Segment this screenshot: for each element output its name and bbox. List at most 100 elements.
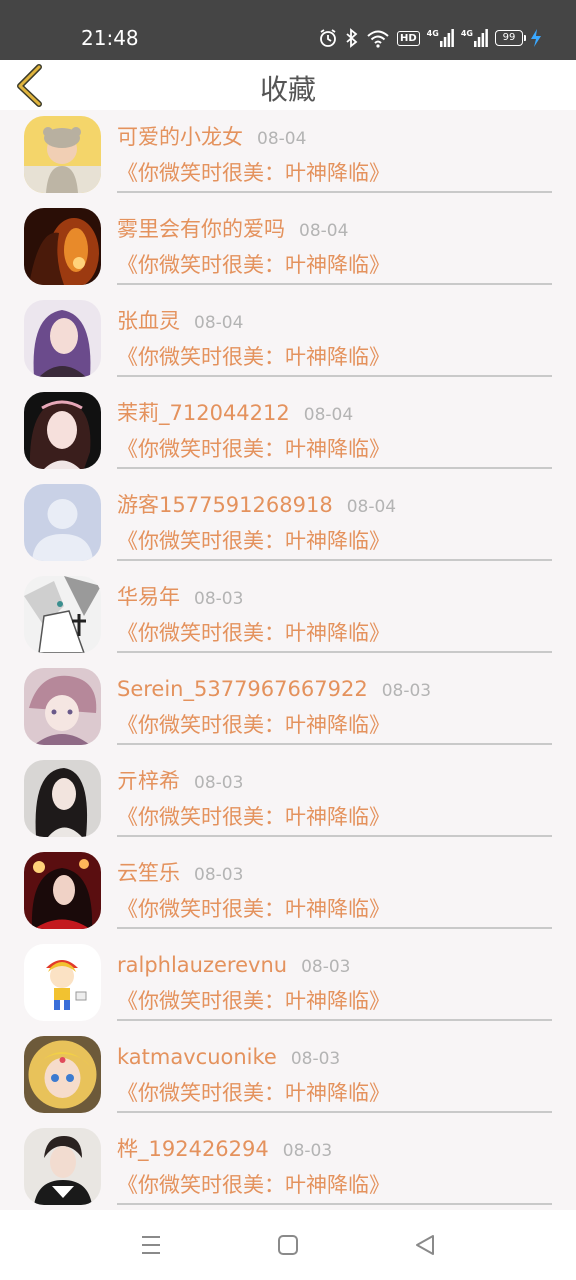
avatar[interactable] [24, 484, 101, 561]
avatar[interactable] [24, 852, 101, 929]
avatar[interactable] [24, 392, 101, 469]
home-square-icon [278, 1235, 298, 1255]
header: 收藏 [0, 60, 576, 110]
list-item[interactable]: 亓梓希 08-03 《你微笑时很美：叶神降临》 [0, 754, 576, 846]
favorite-date: 08-04 [257, 129, 307, 149]
favorite-date: 08-04 [299, 221, 349, 241]
user-name-text: 可爱的小龙女 [117, 125, 243, 149]
user-name: ralphlauzerevnu 08-03 [117, 952, 350, 980]
avatar[interactable] [24, 208, 101, 285]
user-name: 亓梓希 08-03 [117, 768, 243, 796]
home-button[interactable] [275, 1232, 301, 1258]
list-item[interactable]: 云笙乐 08-03 《你微笑时很美：叶神降临》 [0, 846, 576, 938]
divider [117, 927, 552, 929]
book-title[interactable]: 《你微笑时很美：叶神降临》 [117, 436, 390, 462]
alarm-icon [318, 28, 338, 48]
divider [117, 559, 552, 561]
book-title[interactable]: 《你微笑时很美：叶神降临》 [117, 712, 390, 738]
divider [117, 283, 552, 285]
divider [117, 651, 552, 653]
avatar[interactable] [24, 1036, 101, 1113]
favorite-date: 08-03 [301, 957, 351, 977]
avatar[interactable] [24, 944, 101, 1021]
back-triangle-icon [416, 1235, 434, 1255]
avatar[interactable] [24, 576, 101, 653]
user-name-text: 雾里会有你的爱吗 [117, 217, 285, 241]
charging-icon [530, 28, 542, 48]
signal-icon: 4G [427, 29, 454, 47]
list-item[interactable]: ralphlauzerevnu 08-03 《你微笑时很美：叶神降临》 [0, 938, 576, 1030]
menu-icon [142, 1236, 160, 1254]
status-icons: HD 4G 4G 99 [318, 26, 542, 50]
divider [117, 1019, 552, 1021]
favorite-date: 08-03 [194, 773, 244, 793]
user-name: 游客1577591268918 08-04 [117, 492, 396, 520]
menu-button[interactable] [138, 1232, 164, 1258]
book-title[interactable]: 《你微笑时很美：叶神降临》 [117, 896, 390, 922]
favorite-date: 08-04 [346, 497, 397, 517]
book-title[interactable]: 《你微笑时很美：叶神降临》 [117, 252, 390, 278]
book-title[interactable]: 《你微笑时很美：叶神降临》 [117, 1080, 390, 1106]
user-name-text: ralphlauzerevnu [117, 953, 288, 977]
avatar[interactable] [24, 300, 101, 377]
bluetooth-icon [345, 28, 359, 48]
avatar[interactable] [24, 668, 101, 745]
avatar[interactable] [24, 760, 101, 837]
favorite-date: 08-04 [194, 313, 244, 333]
user-name: 可爱的小龙女 08-04 [117, 124, 306, 152]
user-name-text: katmavcuonike [117, 1045, 277, 1069]
favorite-date: 08-03 [290, 1049, 341, 1069]
book-title[interactable]: 《你微笑时很美：叶神降临》 [117, 528, 390, 554]
navigation-bar [0, 1210, 576, 1280]
favorite-date: 08-03 [194, 589, 244, 609]
avatar[interactable] [24, 116, 101, 193]
favorite-date: 08-03 [381, 681, 432, 701]
hd-icon: HD [397, 30, 420, 46]
status-bar: 21:48 HD 4G 4G 99 [0, 0, 576, 60]
favorite-date: 08-03 [194, 865, 244, 885]
book-title[interactable]: 《你微笑时很美：叶神降临》 [117, 620, 390, 646]
user-name: 华易年 08-03 [117, 584, 243, 612]
network-type-label: 4G [460, 29, 473, 38]
user-name-text: 亓梓希 [117, 769, 180, 793]
wifi-icon [366, 28, 390, 48]
page-title: 收藏 [259, 73, 316, 106]
book-title[interactable]: 《你微笑时很美：叶神降临》 [117, 804, 390, 830]
list-item[interactable]: 桦_192426294 08-03 《你微笑时很美：叶神降临》 [0, 1122, 576, 1210]
network-type-label: 4G [426, 29, 439, 38]
divider [117, 835, 552, 837]
user-name: 雾里会有你的爱吗 08-04 [117, 216, 348, 244]
divider [117, 191, 552, 193]
back-nav-button[interactable] [412, 1232, 438, 1258]
list-item[interactable]: katmavcuonike 08-03 《你微笑时很美：叶神降临》 [0, 1030, 576, 1122]
user-name: 张血灵 08-04 [117, 308, 243, 336]
user-name: 茉莉_712044212 08-04 [117, 400, 353, 428]
book-title[interactable]: 《你微笑时很美：叶神降临》 [117, 988, 390, 1014]
user-name-text: 张血灵 [117, 309, 180, 333]
user-name: Serein_5377967667922 08-03 [117, 676, 431, 704]
user-name: 桦_192426294 08-03 [117, 1136, 332, 1164]
book-title[interactable]: 《你微笑时很美：叶神降临》 [117, 344, 390, 370]
list-item[interactable]: 华易年 08-03 《你微笑时很美：叶神降临》 [0, 570, 576, 662]
user-name-text: 茉莉_712044212 [117, 401, 290, 425]
user-name-text: 云笙乐 [117, 861, 180, 885]
book-title[interactable]: 《你微笑时很美：叶神降临》 [117, 1172, 390, 1198]
user-name-text: Serein_5377967667922 [117, 677, 368, 701]
divider [117, 1203, 552, 1205]
divider [117, 743, 552, 745]
favorites-list[interactable]: 可爱的小龙女 08-04 《你微笑时很美：叶神降临》 雾里会有你的爱吗 08-04 … [0, 110, 576, 1210]
list-item[interactable]: 茉莉_712044212 08-04 《你微笑时很美：叶神降临》 [0, 386, 576, 478]
user-name: katmavcuonike 08-03 [117, 1044, 340, 1072]
list-item[interactable]: 游客1577591268918 08-04 《你微笑时很美：叶神降临》 [0, 478, 576, 570]
user-name-text: 桦_192426294 [117, 1137, 269, 1161]
list-item[interactable]: 雾里会有你的爱吗 08-04 《你微笑时很美：叶神降临》 [0, 202, 576, 294]
list-item[interactable]: Serein_5377967667922 08-03 《你微笑时很美：叶神降临》 [0, 662, 576, 754]
divider [117, 467, 552, 469]
status-time: 21:48 [81, 26, 139, 50]
divider [117, 1111, 552, 1113]
avatar[interactable] [24, 1128, 101, 1205]
list-item[interactable]: 可爱的小龙女 08-04 《你微笑时很美：叶神降临》 [0, 110, 576, 202]
list-item[interactable]: 张血灵 08-04 《你微笑时很美：叶神降临》 [0, 294, 576, 386]
book-title[interactable]: 《你微笑时很美：叶神降临》 [117, 160, 390, 186]
favorite-date: 08-04 [303, 405, 354, 425]
